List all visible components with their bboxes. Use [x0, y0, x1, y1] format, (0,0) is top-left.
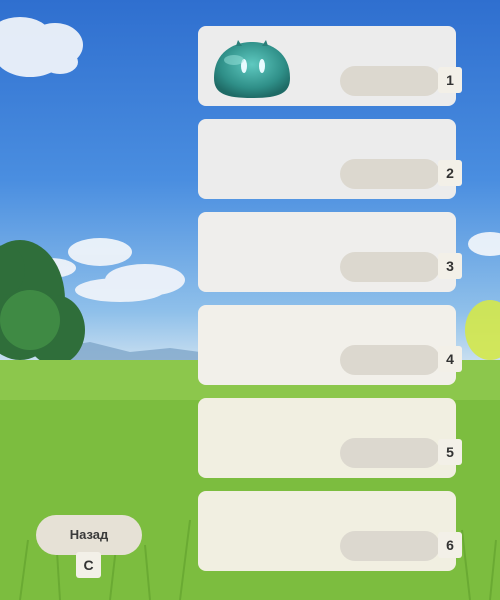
slot-3-hotkey: 3	[438, 253, 462, 279]
back-button-hotkey: C	[76, 552, 101, 578]
slot-5[interactable]: 5	[198, 398, 462, 478]
slot-6-hotkey: 6	[438, 532, 462, 558]
back-button[interactable]: Назад	[36, 515, 142, 555]
slot-2[interactable]: 2	[198, 119, 462, 199]
slot-6[interactable]: 6	[198, 491, 462, 571]
slot-5-hotkey: 5	[438, 439, 462, 465]
slot-3-empty-bar	[340, 252, 440, 282]
slot-1-empty-bar	[340, 66, 440, 96]
slot-2-empty-bar	[340, 159, 440, 189]
slot-5-empty-bar	[340, 438, 440, 468]
slot-2-hotkey: 2	[438, 160, 462, 186]
slot-4[interactable]: 4	[198, 305, 462, 385]
hydro-slime-icon	[214, 40, 290, 98]
slot-4-hotkey: 4	[438, 346, 462, 372]
slot-3[interactable]: 3	[198, 212, 462, 292]
slot-1-hotkey: 1	[438, 67, 462, 93]
slot-4-empty-bar	[340, 345, 440, 375]
slot-6-empty-bar	[340, 531, 440, 561]
slot-1[interactable]: 1	[198, 26, 462, 106]
